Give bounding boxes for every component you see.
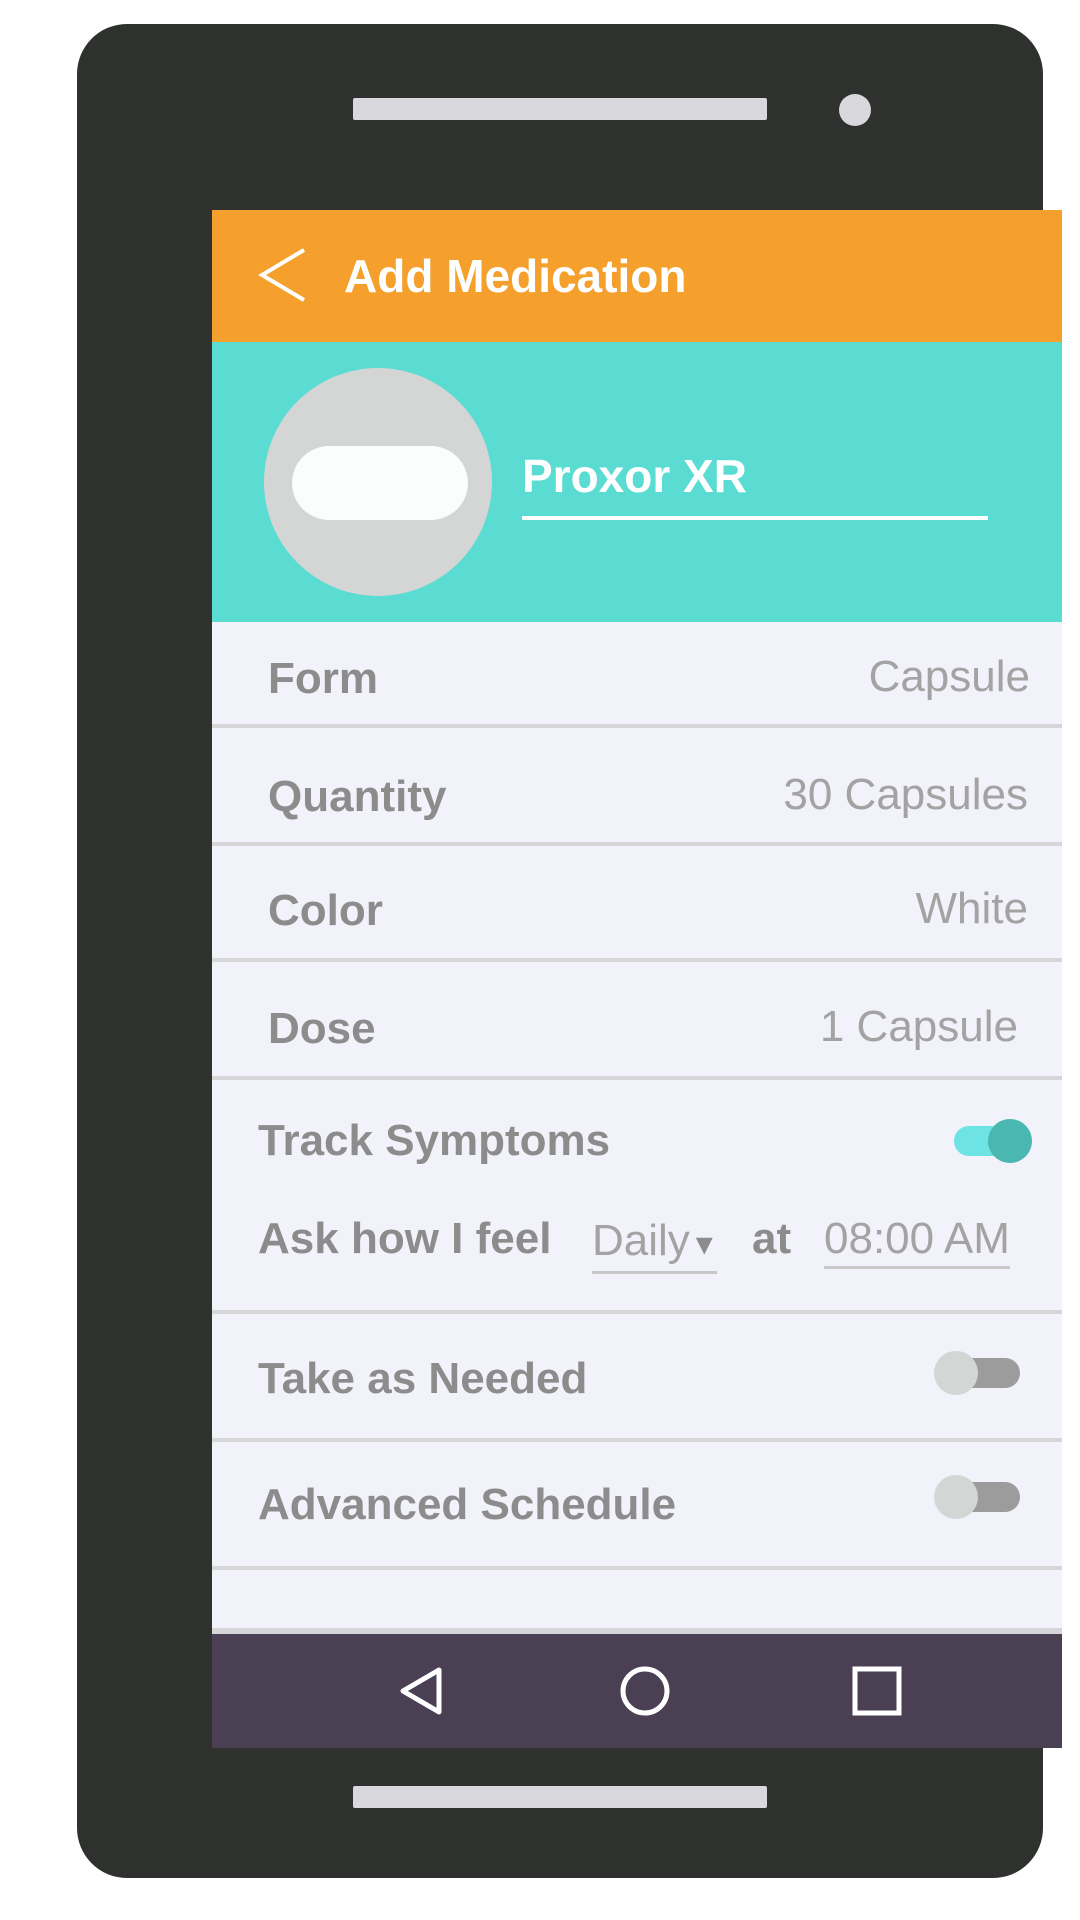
track-symptoms-toggle[interactable] bbox=[944, 1116, 1034, 1166]
ask-how-i-feel-label: Ask how I feel bbox=[258, 1214, 552, 1263]
app-bar: Add Medication bbox=[212, 210, 1062, 342]
system-nav-bar bbox=[212, 1634, 1062, 1748]
nav-recents-button[interactable] bbox=[842, 1656, 912, 1726]
back-button[interactable] bbox=[248, 240, 318, 310]
nav-home-button[interactable] bbox=[610, 1656, 680, 1726]
dose-value: 1 Capsule bbox=[819, 1002, 1018, 1051]
reminder-time-field[interactable]: 08:00 AM bbox=[824, 1212, 1010, 1269]
take-as-needed-row: Take as Needed bbox=[212, 1314, 1062, 1442]
frequency-dropdown[interactable]: Daily ▾ bbox=[592, 1214, 717, 1274]
form-value: Capsule bbox=[868, 652, 1030, 701]
screen: Add Medication Proxor XR Form Capsule Qu… bbox=[212, 210, 1062, 1748]
toggle-thumb bbox=[988, 1119, 1032, 1163]
toggle-thumb bbox=[934, 1475, 978, 1519]
phone-frame: Add Medication Proxor XR Form Capsule Qu… bbox=[77, 24, 1062, 1878]
dose-label: Dose bbox=[268, 1004, 376, 1053]
at-label: at bbox=[752, 1214, 792, 1263]
nav-back-button[interactable] bbox=[387, 1656, 457, 1726]
advanced-schedule-row: Advanced Schedule bbox=[212, 1442, 1062, 1570]
medication-name-field[interactable]: Proxor XR bbox=[522, 442, 988, 520]
medication-name-value: Proxor XR bbox=[522, 450, 747, 502]
medication-header: Proxor XR bbox=[212, 342, 1062, 622]
chevron-left-icon bbox=[258, 248, 306, 302]
square-recents-icon bbox=[852, 1666, 902, 1716]
bottom-speaker bbox=[353, 1786, 767, 1808]
circle-home-icon bbox=[620, 1666, 670, 1716]
medication-avatar[interactable] bbox=[264, 368, 492, 596]
advanced-schedule-toggle[interactable] bbox=[934, 1472, 1024, 1522]
list-item bbox=[212, 1570, 1062, 1634]
reminder-time-value: 08:00 AM bbox=[824, 1214, 1010, 1263]
front-camera bbox=[839, 94, 871, 126]
capsule-pill-icon bbox=[292, 446, 468, 520]
earpiece-speaker bbox=[353, 98, 767, 120]
frequency-value: Daily bbox=[592, 1216, 690, 1265]
form-row[interactable]: Form Capsule bbox=[212, 622, 1062, 728]
track-symptoms-label: Track Symptoms bbox=[258, 1116, 611, 1165]
toggle-thumb bbox=[934, 1351, 978, 1395]
quantity-value: 30 Capsules bbox=[783, 770, 1028, 819]
color-label: Color bbox=[268, 886, 383, 935]
track-symptoms-section: Track Symptoms Ask how I feel Daily ▾ at … bbox=[212, 1080, 1062, 1314]
chevron-down-icon: ▾ bbox=[695, 1225, 713, 1263]
advanced-schedule-label: Advanced Schedule bbox=[258, 1480, 677, 1529]
form-label: Form bbox=[268, 654, 378, 703]
quantity-label: Quantity bbox=[268, 772, 447, 821]
page-title: Add Medication bbox=[344, 250, 687, 302]
color-row[interactable]: Color White bbox=[212, 846, 1062, 962]
dose-row[interactable]: Dose 1 Capsule bbox=[212, 962, 1062, 1080]
color-value: White bbox=[915, 884, 1028, 933]
quantity-row[interactable]: Quantity 30 Capsules bbox=[212, 728, 1062, 846]
take-as-needed-toggle[interactable] bbox=[934, 1348, 1024, 1398]
take-as-needed-label: Take as Needed bbox=[258, 1354, 588, 1403]
triangle-back-icon bbox=[400, 1667, 442, 1715]
